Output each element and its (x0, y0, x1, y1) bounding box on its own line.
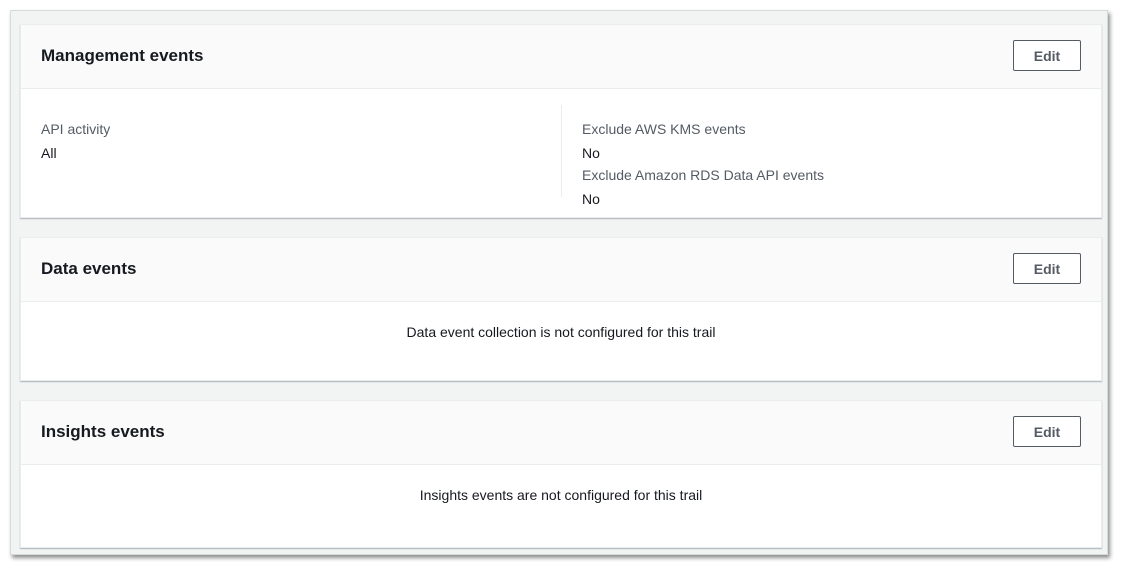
data-events-empty-message: Data event collection is not configured … (406, 324, 716, 340)
data-events-header: Data events Edit (21, 238, 1101, 302)
insights-events-panel: Insights events Edit Insights events are… (20, 400, 1102, 548)
api-activity-label: API activity (41, 121, 111, 137)
exclude-kms-value: No (582, 145, 600, 161)
insights-events-edit-button[interactable]: Edit (1013, 416, 1081, 447)
management-events-header: Management events Edit (21, 25, 1101, 89)
insights-events-empty-message: Insights events are not configured for t… (419, 487, 703, 503)
trail-settings-view: Management events Edit API activity All … (10, 10, 1108, 555)
data-events-edit-button[interactable]: Edit (1013, 253, 1081, 284)
data-events-title: Data events (41, 259, 137, 278)
exclude-rds-label: Exclude Amazon RDS Data API events (582, 167, 825, 183)
insights-events-title: Insights events (41, 422, 165, 441)
insights-events-header: Insights events Edit (21, 401, 1101, 465)
management-events-panel: Management events Edit API activity All … (20, 24, 1102, 218)
exclude-rds-value: No (582, 191, 600, 207)
data-events-panel: Data events Edit Data event collection i… (20, 237, 1102, 381)
management-events-title: Management events (41, 46, 204, 65)
exclude-kms-label: Exclude AWS KMS events (582, 121, 746, 137)
management-events-edit-button[interactable]: Edit (1013, 40, 1081, 71)
api-activity-value: All (41, 145, 57, 161)
column-divider (561, 105, 562, 197)
